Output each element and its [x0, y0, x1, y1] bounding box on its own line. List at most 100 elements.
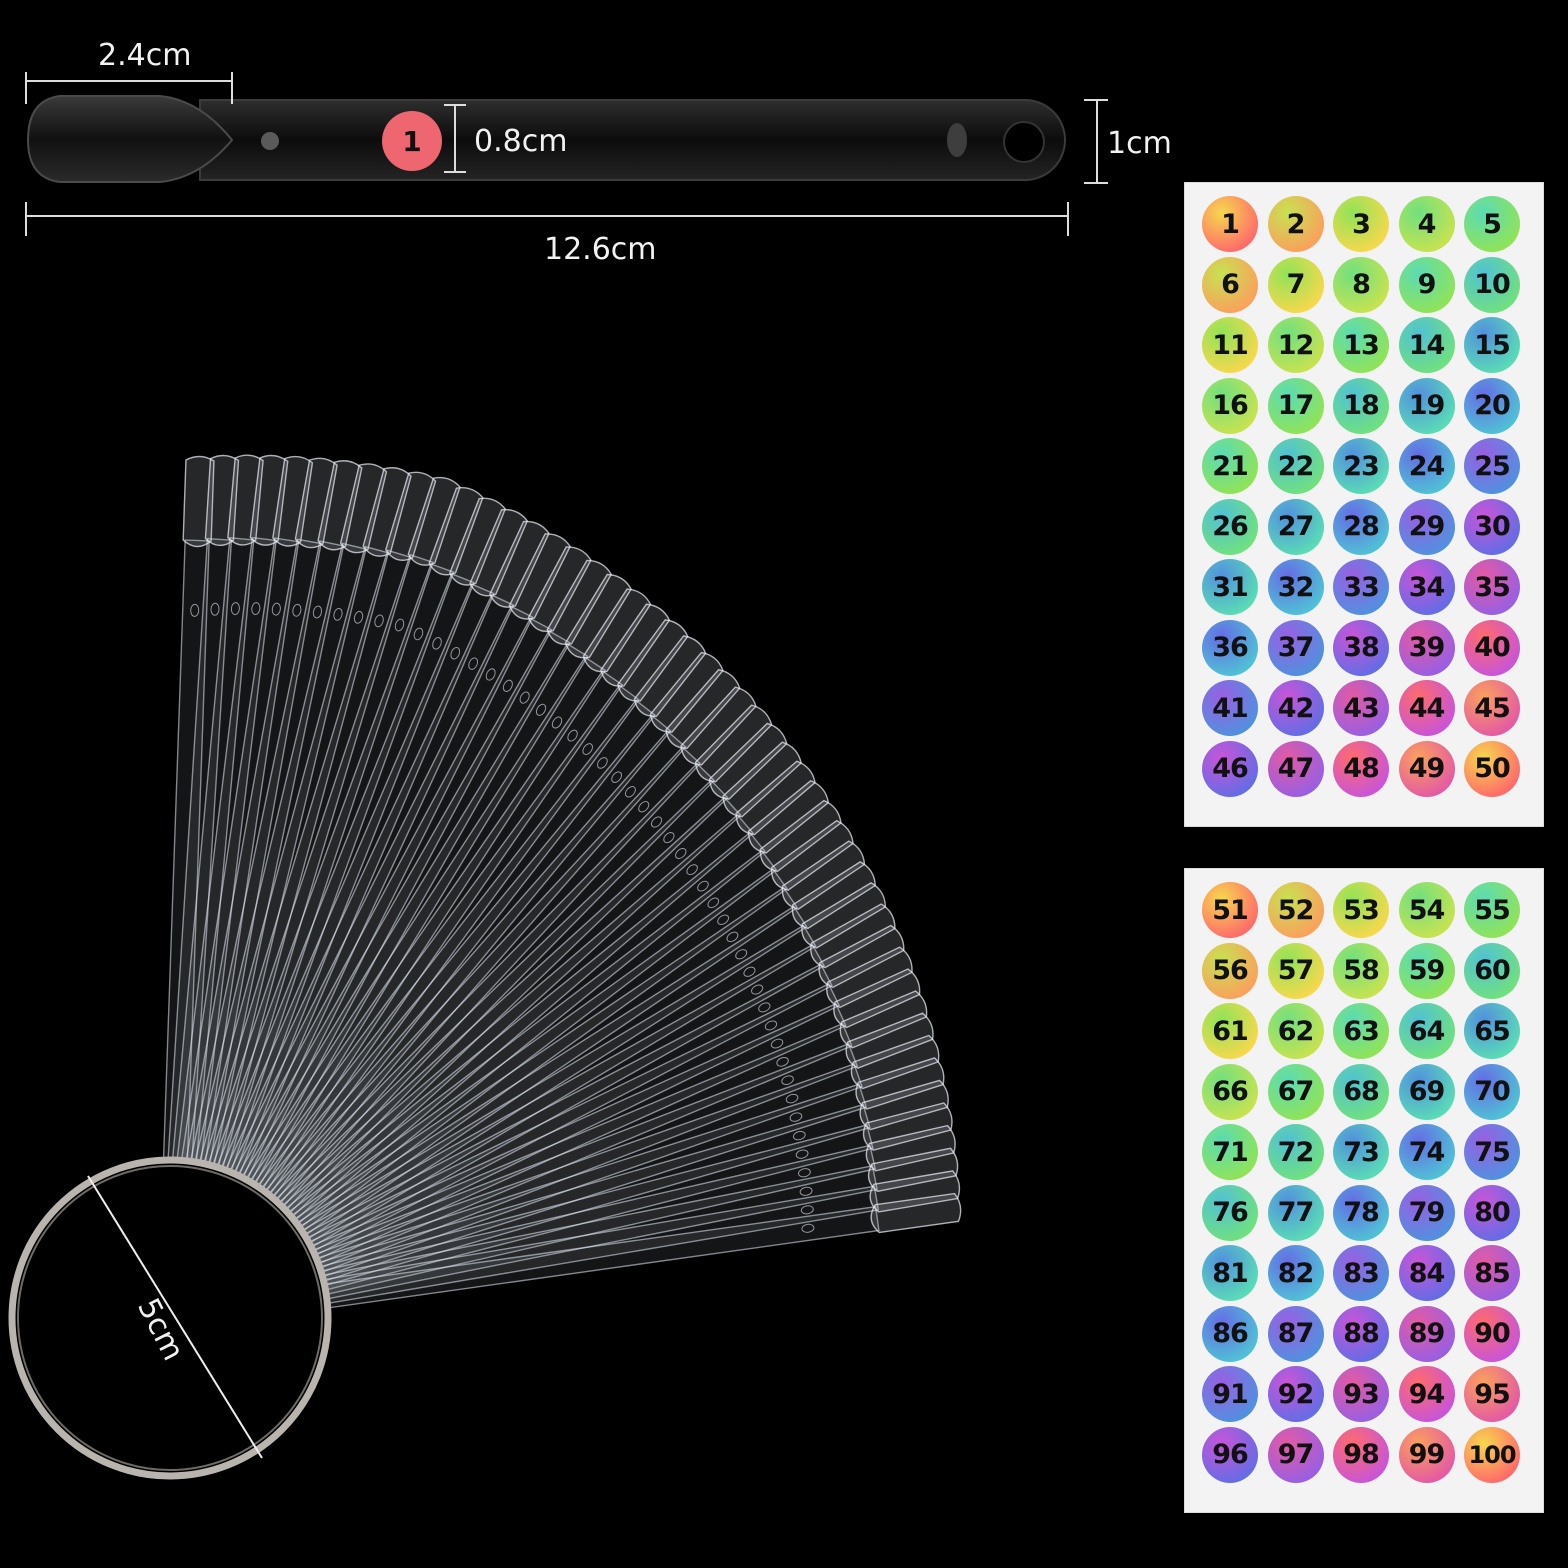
sticker-63: 63 [1333, 1003, 1389, 1059]
stick-number-badge: 1 [382, 111, 442, 171]
sticker-8: 8 [1333, 256, 1389, 313]
sticker-26: 26 [1202, 498, 1258, 555]
sticker-64: 64 [1398, 1003, 1455, 1059]
sticker-38: 38 [1333, 619, 1389, 676]
sticker-50: 50 [1464, 740, 1520, 797]
hole-width-label: 0.8cm [474, 124, 568, 159]
sticker-42: 42 [1267, 680, 1324, 736]
sticker-36: 36 [1202, 619, 1258, 676]
sticker-73: 73 [1333, 1124, 1389, 1180]
sticker-sheet-2: 51 52 53 54 55 56 57 58 59 60 61 62 63 64 65 66 67 68 69 70… [1184, 868, 1544, 1513]
sticker-89: 89 [1398, 1305, 1455, 1362]
sticker-56: 56 [1202, 942, 1258, 999]
sticker-15: 15 [1464, 317, 1520, 373]
sticker-53: 53 [1333, 882, 1389, 938]
sticker-95: 95 [1464, 1366, 1520, 1422]
sticker-79: 79 [1398, 1184, 1455, 1241]
sticker-75: 75 [1464, 1124, 1520, 1180]
sticker-92: 92 [1267, 1366, 1324, 1422]
sticker-34: 34 [1398, 559, 1455, 615]
sticker-17: 17 [1267, 377, 1324, 434]
sticker-83: 83 [1333, 1245, 1389, 1301]
sticker-97: 97 [1267, 1426, 1324, 1483]
sticker-85: 85 [1464, 1245, 1520, 1301]
sticker-2: 2 [1267, 196, 1324, 252]
sticker-19: 19 [1398, 377, 1455, 434]
stick-body [199, 99, 1066, 181]
sticker-35: 35 [1464, 559, 1520, 615]
sticker-9: 9 [1398, 256, 1455, 313]
sticker-94: 94 [1398, 1366, 1455, 1422]
sticker-21: 21 [1202, 438, 1258, 494]
stick-dot [261, 132, 279, 150]
sticker-16: 16 [1202, 377, 1258, 434]
sticker-27: 27 [1267, 498, 1324, 555]
sticker-43: 43 [1333, 680, 1389, 736]
sticker-25: 25 [1464, 438, 1520, 494]
sticker-45: 45 [1464, 680, 1520, 736]
sticker-20: 20 [1464, 377, 1520, 434]
sticker-71: 71 [1202, 1124, 1258, 1180]
sticker-58: 58 [1333, 942, 1389, 999]
stick-height-label: 1cm [1107, 126, 1172, 161]
sticker-47: 47 [1267, 740, 1324, 797]
sticker-18: 18 [1333, 377, 1389, 434]
sticker-28: 28 [1333, 498, 1389, 555]
sticker-1: 1 [1202, 196, 1258, 252]
sticker-33: 33 [1333, 559, 1389, 615]
sticker-76: 76 [1202, 1184, 1258, 1241]
sticker-91: 91 [1202, 1366, 1258, 1422]
sticker-46: 46 [1202, 740, 1258, 797]
sticker-41: 41 [1202, 680, 1258, 736]
sticker-74: 74 [1398, 1124, 1455, 1180]
sticker-sheet-1: 1 2 3 4 5 6 7 8 9 10 11 12 13 14 15 16 17 18 19 20 21 22 23 24 2… [1184, 182, 1544, 827]
sticker-3: 3 [1333, 196, 1389, 252]
sticker-grid-1: 1 2 3 4 5 6 7 8 9 10 11 12 13 14 15 16 17 18 19 20 21 22 23 24 2… [1202, 196, 1520, 797]
sticker-99: 99 [1398, 1426, 1455, 1483]
sticker-29: 29 [1398, 498, 1455, 555]
sticker-77: 77 [1267, 1184, 1324, 1241]
sticker-81: 81 [1202, 1245, 1258, 1301]
sticker-39: 39 [1398, 619, 1455, 676]
sticker-5: 5 [1464, 196, 1520, 252]
sticker-70: 70 [1464, 1063, 1520, 1120]
sticker-62: 62 [1267, 1003, 1324, 1059]
sticker-80: 80 [1464, 1184, 1520, 1241]
sticker-13: 13 [1333, 317, 1389, 373]
stick-length-label: 12.6cm [544, 232, 657, 267]
sticker-82: 82 [1267, 1245, 1324, 1301]
sticker-90: 90 [1464, 1305, 1520, 1362]
product-image: 1 2.4cm 0.8cm 1cm 12.6cm 5cm 1 2 3 4 5 6 7 8 9 10… [0, 0, 1568, 1568]
sticker-11: 11 [1202, 317, 1258, 373]
stick-number-label: 1 [402, 124, 422, 158]
sticker-12: 12 [1267, 317, 1324, 373]
sticker-96: 96 [1202, 1426, 1258, 1483]
sticker-67: 67 [1267, 1063, 1324, 1120]
sticker-98: 98 [1333, 1426, 1389, 1483]
sticker-69: 69 [1398, 1063, 1455, 1120]
sticker-44: 44 [1398, 680, 1455, 736]
tip-width-label: 2.4cm [98, 38, 192, 73]
sticker-32: 32 [1267, 559, 1324, 615]
sticker-87: 87 [1267, 1305, 1324, 1362]
sticker-66: 66 [1202, 1063, 1258, 1120]
sticker-59: 59 [1398, 942, 1455, 999]
sticker-49: 49 [1398, 740, 1455, 797]
sticker-6: 6 [1202, 256, 1258, 313]
sticker-31: 31 [1202, 559, 1258, 615]
sticker-22: 22 [1267, 438, 1324, 494]
sticker-51: 51 [1202, 882, 1258, 938]
sticker-72: 72 [1267, 1124, 1324, 1180]
sticker-14: 14 [1398, 317, 1455, 373]
sticker-7: 7 [1267, 256, 1324, 313]
sticker-78: 78 [1333, 1184, 1389, 1241]
stick-hole-icon [1003, 121, 1045, 163]
sticker-24: 24 [1398, 438, 1455, 494]
sticker-55: 55 [1464, 882, 1520, 938]
sticker-4: 4 [1398, 196, 1455, 252]
sticker-37: 37 [1267, 619, 1324, 676]
nail-fan-illustration [8, 454, 962, 1480]
sticker-93: 93 [1333, 1366, 1389, 1422]
sticker-61: 61 [1202, 1003, 1258, 1059]
sticker-84: 84 [1398, 1245, 1455, 1301]
